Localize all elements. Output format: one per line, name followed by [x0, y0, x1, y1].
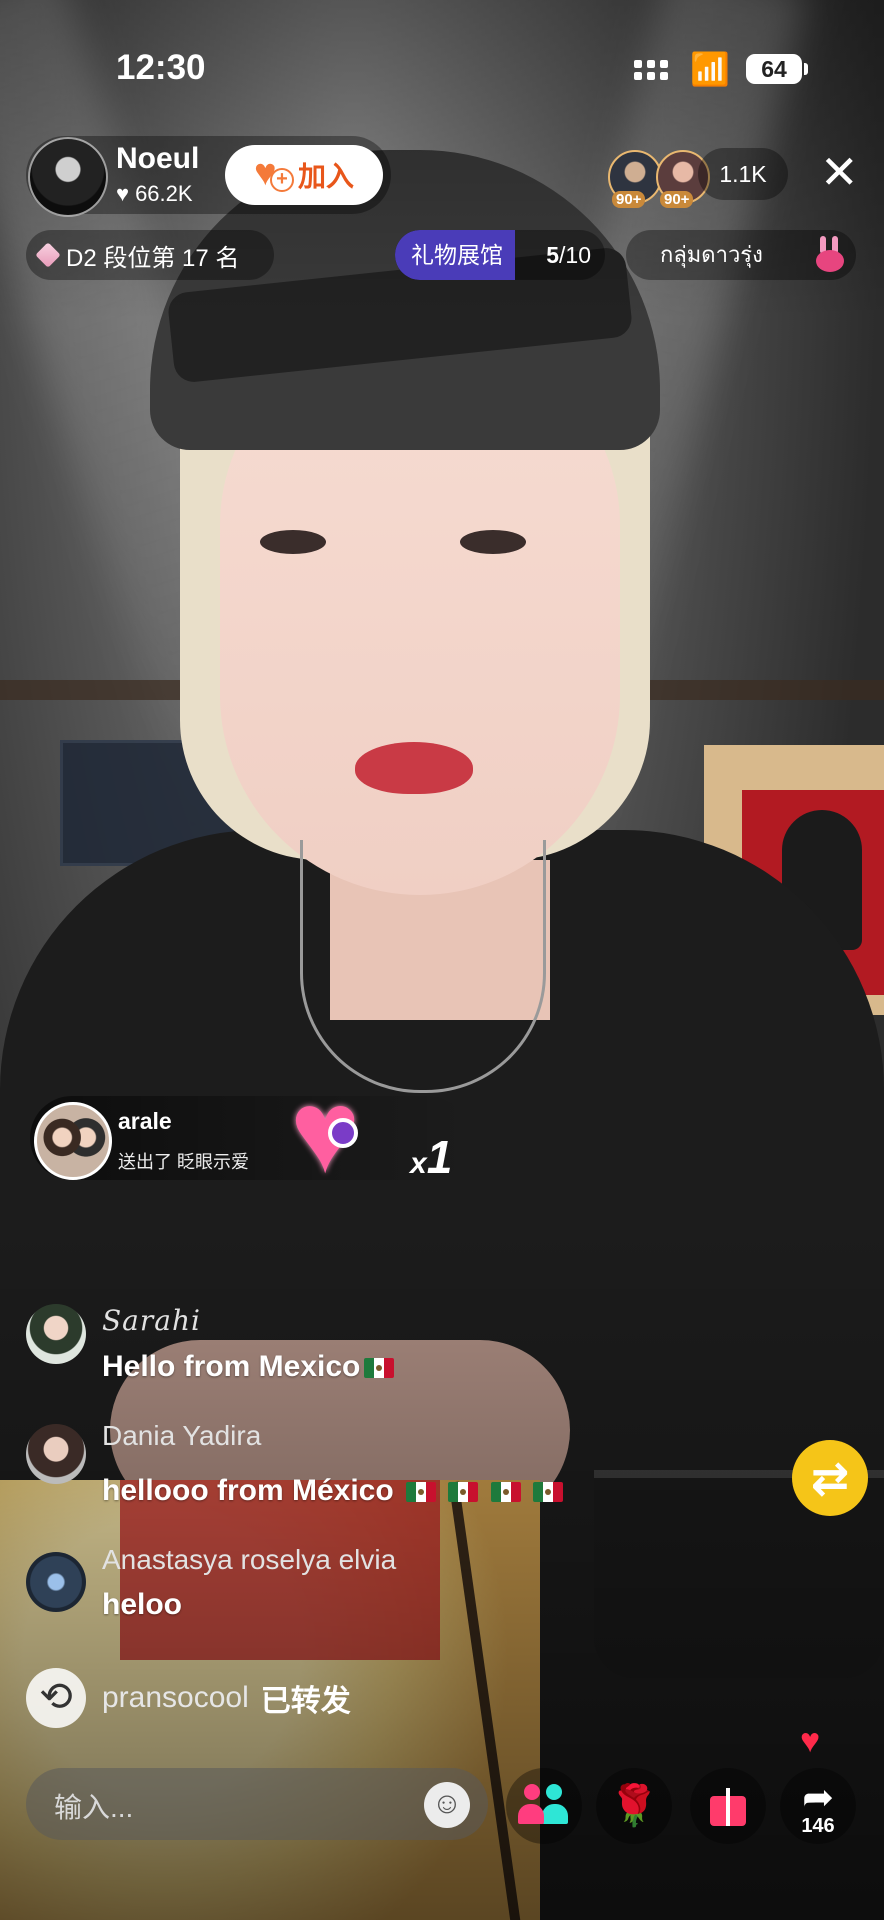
top-viewers[interactable]: 90+ 90+: [608, 150, 710, 208]
wifi-icon: 📶: [690, 51, 730, 87]
commenter-name[interactable]: Sarahi: [102, 1304, 201, 1337]
status-time: 12:30: [116, 48, 206, 87]
comment-text: heloo: [102, 1588, 182, 1621]
gift-count: 1: [426, 1131, 453, 1183]
emoji-icon[interactable]: ☺: [424, 1782, 470, 1828]
bunny-icon: [814, 236, 846, 274]
gift-sender-name: arale: [118, 1108, 172, 1134]
repost-notice: ⟲ pransocool 已转发: [26, 1668, 351, 1728]
commenter-name[interactable]: Anastasya roselya elvia: [102, 1544, 396, 1576]
gift-hall-pill[interactable]: 礼物展馆 5/10: [395, 230, 605, 280]
gift-multiplier: x1: [410, 1130, 452, 1184]
host-name[interactable]: Noeul: [116, 142, 199, 176]
repost-action: 已转发: [260, 1685, 351, 1718]
gift-hall-total: /10: [559, 241, 591, 268]
gift-multiplier-x: x: [410, 1147, 427, 1180]
mexico-flag-icon: [490, 1482, 521, 1503]
multi-guest-icon[interactable]: [506, 1768, 582, 1844]
join-button[interactable]: 加入: [225, 145, 383, 205]
live-video-background: [0, 0, 884, 1920]
share-count: 146: [801, 1815, 835, 1837]
comment-text: Hello from Mexico: [102, 1350, 395, 1384]
gift-hall-label: 礼物展馆: [395, 230, 515, 280]
heart-gift-icon: [290, 1064, 382, 1200]
necklace: [300, 840, 546, 1093]
rising-group-pill[interactable]: กลุ่มดาวรุ่ง: [626, 230, 856, 280]
gift-description: 送出了 眨眼示爱: [118, 1152, 250, 1172]
mexico-flag-icon: [533, 1482, 564, 1503]
commenter-name[interactable]: Dania Yadira: [102, 1420, 261, 1452]
gift-hall-current: 5: [546, 241, 560, 268]
host-avatar[interactable]: [28, 137, 108, 217]
streamer-lips: [355, 742, 473, 794]
mexico-flag-icon: [448, 1482, 479, 1503]
close-icon[interactable]: ✕: [820, 149, 859, 195]
repost-icon: ⟲: [26, 1668, 86, 1728]
mexico-flag-icon: [364, 1358, 395, 1379]
like-heart-icon[interactable]: ♥: [800, 1722, 820, 1761]
comment-text: hellooo from México: [102, 1474, 564, 1508]
cellular-signal-icon: [634, 60, 668, 80]
gift-hall-progress: 5/10: [546, 242, 591, 269]
rising-group-label: กลุ่มดาวรุ่ง: [660, 242, 763, 267]
repost-float-button[interactable]: ⇄: [792, 1440, 868, 1516]
gift-box-icon[interactable]: [690, 1768, 766, 1844]
comment-text-content: Hello from Mexico: [102, 1350, 361, 1383]
commenter-avatar[interactable]: [26, 1304, 86, 1364]
host-likes: ♥ 66.2K: [116, 181, 193, 207]
viewer-count[interactable]: 1.1K: [698, 148, 788, 200]
viewer-badge: 90+: [660, 191, 694, 208]
battery-indicator: 64: [746, 54, 808, 84]
join-heart-plus-icon: [254, 152, 294, 195]
streamer-eye: [460, 530, 526, 554]
commenter-avatar[interactable]: [26, 1552, 86, 1612]
gift-sender-avatar[interactable]: [34, 1102, 112, 1180]
rank-pill[interactable]: D2 段位第 17 名: [26, 230, 274, 280]
viewer-badge: 90+: [612, 191, 646, 208]
mexico-flag-icon: [406, 1482, 437, 1503]
viewer-avatar[interactable]: 90+: [608, 150, 662, 208]
host-likes-count: 66.2K: [135, 181, 193, 206]
repost-user[interactable]: pransocool: [102, 1681, 249, 1715]
rank-label: D2 段位第 17 名: [66, 244, 240, 272]
comment-text-content: hellooo from México: [102, 1474, 394, 1507]
heart-icon: ♥: [116, 181, 130, 206]
comment-input-placeholder[interactable]: 输入...: [54, 1786, 133, 1826]
streamer-eye: [260, 530, 326, 554]
rose-gift-icon[interactable]: 🌹: [596, 1768, 672, 1844]
join-button-label: 加入: [297, 161, 354, 192]
diamond-icon: [35, 242, 61, 268]
commenter-avatar[interactable]: [26, 1424, 86, 1484]
